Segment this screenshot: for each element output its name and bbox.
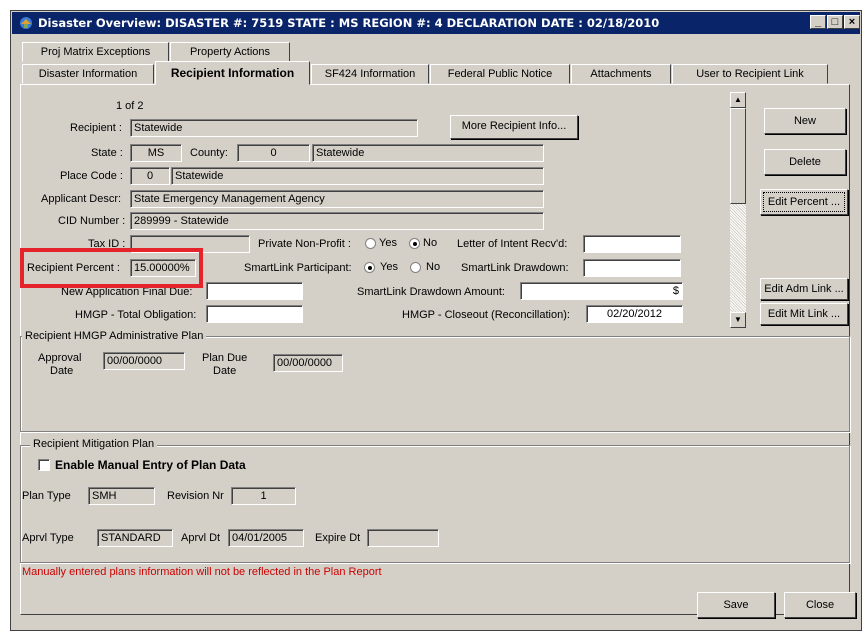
close-window-button[interactable]: × bbox=[844, 15, 860, 29]
vertical-scrollbar[interactable]: ▲ ▼ bbox=[730, 92, 746, 328]
tab-sf424-information[interactable]: SF424 Information bbox=[311, 64, 429, 84]
smartlink-drawdown-label: SmartLink Drawdown: bbox=[461, 262, 569, 274]
smartlink-participant-label: SmartLink Participant: bbox=[244, 262, 352, 274]
admin-plan-group bbox=[20, 336, 850, 432]
pnp-no-radio[interactable] bbox=[409, 238, 420, 249]
app-icon bbox=[20, 17, 32, 29]
pnp-no-label: No bbox=[423, 237, 438, 249]
tab-federal-public-notice[interactable]: Federal Public Notice bbox=[430, 64, 570, 84]
smartlink-drawdown-amount-label: SmartLink Drawdown Amount: bbox=[357, 286, 505, 298]
plan-due-label-1: Plan Due bbox=[202, 352, 248, 364]
sl-yes-label: Yes bbox=[380, 261, 398, 273]
tab-recipient-information[interactable]: Recipient Information bbox=[155, 61, 310, 85]
hmgp-closeout-field[interactable]: 02/20/2012 bbox=[586, 305, 683, 323]
scroll-down-arrow-icon[interactable]: ▼ bbox=[730, 312, 746, 328]
new-app-final-due-field[interactable] bbox=[206, 282, 303, 300]
letter-intent-field[interactable] bbox=[583, 235, 681, 253]
smartlink-drawdown-amount-field[interactable]: $ bbox=[520, 282, 683, 300]
smartlink-drawdown-field[interactable] bbox=[583, 259, 681, 277]
scroll-up-arrow-icon[interactable]: ▲ bbox=[730, 92, 746, 108]
enable-manual-checkbox[interactable] bbox=[38, 459, 50, 471]
place-code-field[interactable]: 0 bbox=[130, 167, 170, 185]
save-button[interactable]: Save bbox=[697, 592, 775, 618]
tab-attachments[interactable]: Attachments bbox=[571, 64, 671, 84]
pnp-yes-radio[interactable] bbox=[365, 238, 376, 249]
letter-intent-label: Letter of Intent Recv'd: bbox=[457, 238, 568, 250]
recipient-label: Recipient : bbox=[70, 122, 122, 134]
window-title: Disaster Overview: DISASTER #: 7519 STAT… bbox=[38, 16, 660, 30]
close-button[interactable]: Close bbox=[784, 592, 856, 618]
aprvl-type-label: Aprvl Type bbox=[22, 532, 74, 544]
hmgp-total-obligation-label: HMGP - Total Obligation: bbox=[75, 309, 197, 321]
sl-no-label: No bbox=[426, 261, 441, 273]
county-label: County: bbox=[190, 147, 228, 159]
revision-nr-label: Revision Nr bbox=[167, 490, 224, 502]
approval-date-label-2: Date bbox=[50, 365, 74, 377]
hmgp-closeout-label: HMGP - Closeout (Reconcillation): bbox=[402, 309, 570, 321]
more-recipient-info-button[interactable]: More Recipient Info... bbox=[450, 115, 578, 139]
private-nonprofit-label: Private Non-Profit : bbox=[258, 238, 351, 250]
expire-dt-label: Expire Dt bbox=[315, 532, 361, 544]
state-field[interactable]: MS bbox=[130, 144, 182, 162]
county-name-field[interactable]: Statewide bbox=[312, 144, 544, 162]
plan-due-label-2: Date bbox=[213, 365, 237, 377]
applicant-descr-field[interactable]: State Emergency Management Agency bbox=[130, 190, 544, 208]
tab-proj-matrix-exceptions[interactable]: Proj Matrix Exceptions bbox=[22, 42, 169, 62]
recipient-percent-highlight bbox=[20, 248, 203, 288]
cid-number-field[interactable]: 289999 - Statewide bbox=[130, 212, 544, 230]
tab-disaster-information[interactable]: Disaster Information bbox=[22, 64, 154, 84]
county-code-field[interactable]: 0 bbox=[237, 144, 310, 162]
mitigation-plan-title: Recipient Mitigation Plan bbox=[30, 438, 158, 450]
sl-yes-radio[interactable] bbox=[364, 262, 375, 273]
pnp-yes-label: Yes bbox=[379, 237, 397, 249]
aprvl-type-field[interactable]: STANDARD bbox=[97, 529, 173, 547]
aprvl-dt-field[interactable]: 04/01/2005 bbox=[228, 529, 304, 547]
sl-no-radio[interactable] bbox=[410, 262, 421, 273]
aprvl-dt-label: Aprvl Dt bbox=[181, 532, 221, 544]
tab-user-to-recipient-link[interactable]: User to Recipient Link bbox=[672, 64, 828, 84]
expire-dt-field[interactable] bbox=[367, 529, 439, 547]
tab-property-actions[interactable]: Property Actions bbox=[170, 42, 290, 62]
plan-report-note: Manually entered plans information will … bbox=[22, 566, 382, 578]
plan-type-field[interactable]: SMH bbox=[88, 487, 155, 505]
plan-type-label: Plan Type bbox=[22, 490, 71, 502]
new-button[interactable]: New bbox=[764, 108, 846, 134]
minimize-button[interactable]: _ bbox=[810, 15, 826, 29]
delete-button[interactable]: Delete bbox=[764, 149, 846, 175]
approval-date-field[interactable]: 00/00/0000 bbox=[103, 352, 185, 370]
edit-mit-link-button[interactable]: Edit Mit Link ... bbox=[760, 303, 848, 325]
hmgp-total-obligation-field[interactable] bbox=[206, 305, 303, 323]
state-label: State : bbox=[91, 147, 123, 159]
applicant-descr-label: Applicant Descr: bbox=[41, 193, 122, 205]
plan-due-date-field[interactable]: 00/00/0000 bbox=[273, 354, 343, 372]
cid-number-label: CID Number : bbox=[58, 215, 126, 227]
maximize-button[interactable]: □ bbox=[827, 15, 843, 29]
place-name-field[interactable]: Statewide bbox=[171, 167, 544, 185]
enable-manual-label: Enable Manual Entry of Plan Data bbox=[55, 458, 246, 472]
record-counter: 1 of 2 bbox=[116, 100, 144, 112]
place-code-label: Place Code : bbox=[60, 170, 123, 182]
title-bar: Disaster Overview: DISASTER #: 7519 STAT… bbox=[12, 12, 860, 34]
approval-date-label-1: Approval bbox=[38, 352, 82, 364]
admin-plan-title: Recipient HMGP Administrative Plan bbox=[22, 330, 207, 342]
scroll-thumb[interactable] bbox=[730, 108, 746, 204]
edit-percent-button[interactable]: Edit Percent ... bbox=[760, 189, 848, 215]
edit-adm-link-button[interactable]: Edit Adm Link ... bbox=[760, 278, 848, 300]
recipient-field[interactable]: Statewide bbox=[130, 119, 418, 137]
revision-nr-field[interactable]: 1 bbox=[231, 487, 296, 505]
